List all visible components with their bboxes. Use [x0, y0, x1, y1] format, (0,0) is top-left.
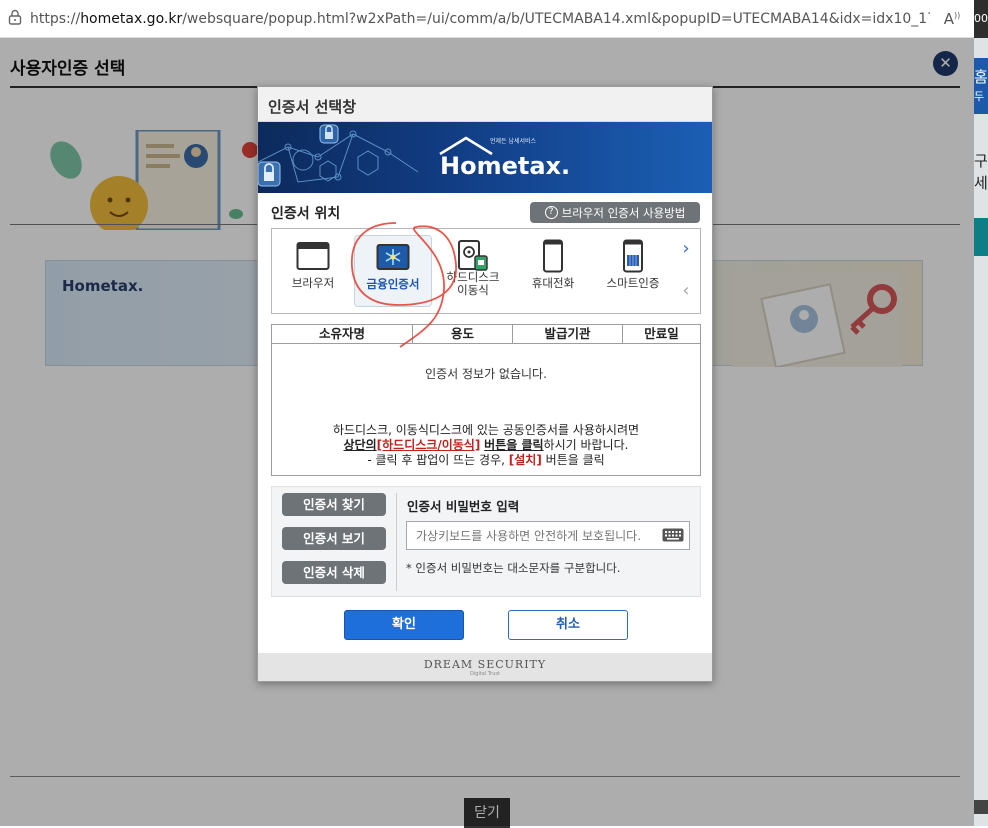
- guide-line: - 클릭 후 팝업이 뜨는 경우, [설치] 버튼을 클릭: [272, 453, 700, 468]
- column-header-expiry: 만료일: [644, 326, 679, 341]
- location-label: 브라우저: [291, 276, 335, 290]
- strip-text: 구미: [974, 152, 988, 170]
- guide-highlight: [하드디스크/이동식]: [376, 438, 481, 452]
- location-browser[interactable]: 브라우저: [274, 235, 352, 307]
- password-title: 인증서 비밀번호 입력: [407, 499, 520, 514]
- cert-location-selector: 브라우저 금융인증서 하드디스크 이동식 휴대전화 스마트인증 › ‹: [271, 228, 701, 314]
- virtual-keyboard-icon[interactable]: [662, 528, 684, 542]
- browser-address-bar[interactable]: https://hometax.go.kr/websquare/popup.ht…: [0, 0, 974, 38]
- hero-logo-text: Hometax.: [440, 152, 571, 180]
- phone-icon: [514, 235, 592, 277]
- adjacent-window-strip: 00 홈 두 구미 세금: [974, 0, 988, 826]
- location-smart-cert[interactable]: 스마트인증: [594, 235, 672, 307]
- chevron-left-icon[interactable]: ‹: [672, 271, 700, 311]
- hero-tagline: 언제든 납세서비스: [490, 138, 537, 145]
- table-header: 소유자명 용도 발급기관 만료일: [272, 325, 700, 344]
- password-note: * 인증서 비밀번호는 대소문자를 구분합니다.: [406, 561, 621, 575]
- house-roof-icon: [439, 136, 493, 156]
- column-header-owner: 소유자명: [272, 325, 413, 343]
- help-button-label: 브라우저 인증서 사용방법: [561, 205, 686, 220]
- empty-table-message: 인증서 정보가 없습니다.: [425, 367, 547, 381]
- location-label: 하드디스크 이동식: [446, 270, 500, 297]
- read-aloud-icon[interactable]: A)): [930, 10, 974, 28]
- location-phone[interactable]: 휴대전화: [514, 235, 592, 307]
- view-cert-button[interactable]: 인증서 보기: [282, 527, 386, 550]
- guide-emphasis: 버튼을 클릭: [484, 438, 544, 452]
- strip-text: 00: [974, 12, 988, 25]
- location-label: 금융인증서: [366, 277, 420, 291]
- hometax-logo: 언제든 납세서비스 Hometax.: [439, 136, 571, 180]
- cancel-button[interactable]: 취소: [508, 610, 628, 640]
- financial-cert-icon: [355, 236, 431, 278]
- harddisk-guide-text: 하드디스크, 이동식디스크에 있는 공동인증서를 사용하시려면 상단의[하드디스…: [272, 423, 700, 468]
- url-text[interactable]: https://hometax.go.kr/websquare/popup.ht…: [30, 11, 930, 27]
- dialog-footer: DREAM SECURITY Digital Trust: [258, 653, 712, 681]
- guide-text: 버튼을 클릭: [545, 453, 605, 467]
- cert-password-input[interactable]: [406, 521, 690, 550]
- guide-text: 하시기 바랍니다.: [543, 438, 629, 452]
- lock-icon: [0, 9, 30, 29]
- smart-cert-icon: [594, 235, 672, 277]
- strip-text: 홈: [974, 68, 988, 86]
- hometax-hero-banner: 언제든 납세서비스 Hometax.: [258, 122, 712, 193]
- question-icon: ?: [544, 206, 558, 219]
- guide-line: 상단의[하드디스크/이동식] 버튼을 클릭하시기 바랍니다.: [272, 438, 700, 453]
- guide-highlight: [설치]: [508, 453, 542, 467]
- strip-text: 세금: [974, 174, 988, 192]
- guide-text: - 클릭 후 팝업이 뜨는 경우,: [367, 453, 505, 467]
- guide-emphasis: 상단의: [343, 438, 377, 452]
- column-header-issuer: 발급기관: [513, 325, 623, 343]
- strip-text: 두: [974, 90, 985, 103]
- dream-security-logo: DREAM SECURITY: [423, 658, 547, 671]
- dialog-title: 인증서 선택창: [258, 87, 712, 122]
- certificate-table: 소유자명 용도 발급기관 만료일 인증서 정보가 없습니다. 하드디스크, 이동…: [271, 324, 701, 476]
- location-label: 휴대전화: [531, 276, 575, 290]
- location-harddisk[interactable]: 하드디스크 이동식: [434, 235, 512, 307]
- footer-tagline: Digital Trust: [470, 671, 500, 677]
- delete-cert-button[interactable]: 인증서 삭제: [282, 561, 386, 584]
- certificate-select-dialog: 인증서 선택창 언제든 납세서비스 Hometax. 인증서 위치 ? 브라우저…: [257, 86, 713, 682]
- guide-line: 하드디스크, 이동식디스크에 있는 공동인증서를 사용하시려면: [332, 423, 640, 437]
- password-area: 인증서 찾기 인증서 보기 인증서 삭제 인증서 비밀번호 입력 * 인증서 비…: [271, 486, 701, 597]
- browser-icon: [274, 235, 352, 277]
- chevron-right-icon[interactable]: ›: [672, 229, 700, 269]
- location-financial-cert[interactable]: 금융인증서: [354, 235, 432, 307]
- cert-location-title: 인증서 위치: [271, 206, 341, 222]
- location-label: 스마트인증: [606, 276, 660, 290]
- find-cert-button[interactable]: 인증서 찾기: [282, 493, 386, 516]
- divider: [396, 493, 397, 591]
- column-header-usage: 용도: [413, 325, 513, 343]
- browser-cert-help-button[interactable]: ? 브라우저 인증서 사용방법: [530, 202, 700, 223]
- confirm-button[interactable]: 확인: [344, 610, 464, 640]
